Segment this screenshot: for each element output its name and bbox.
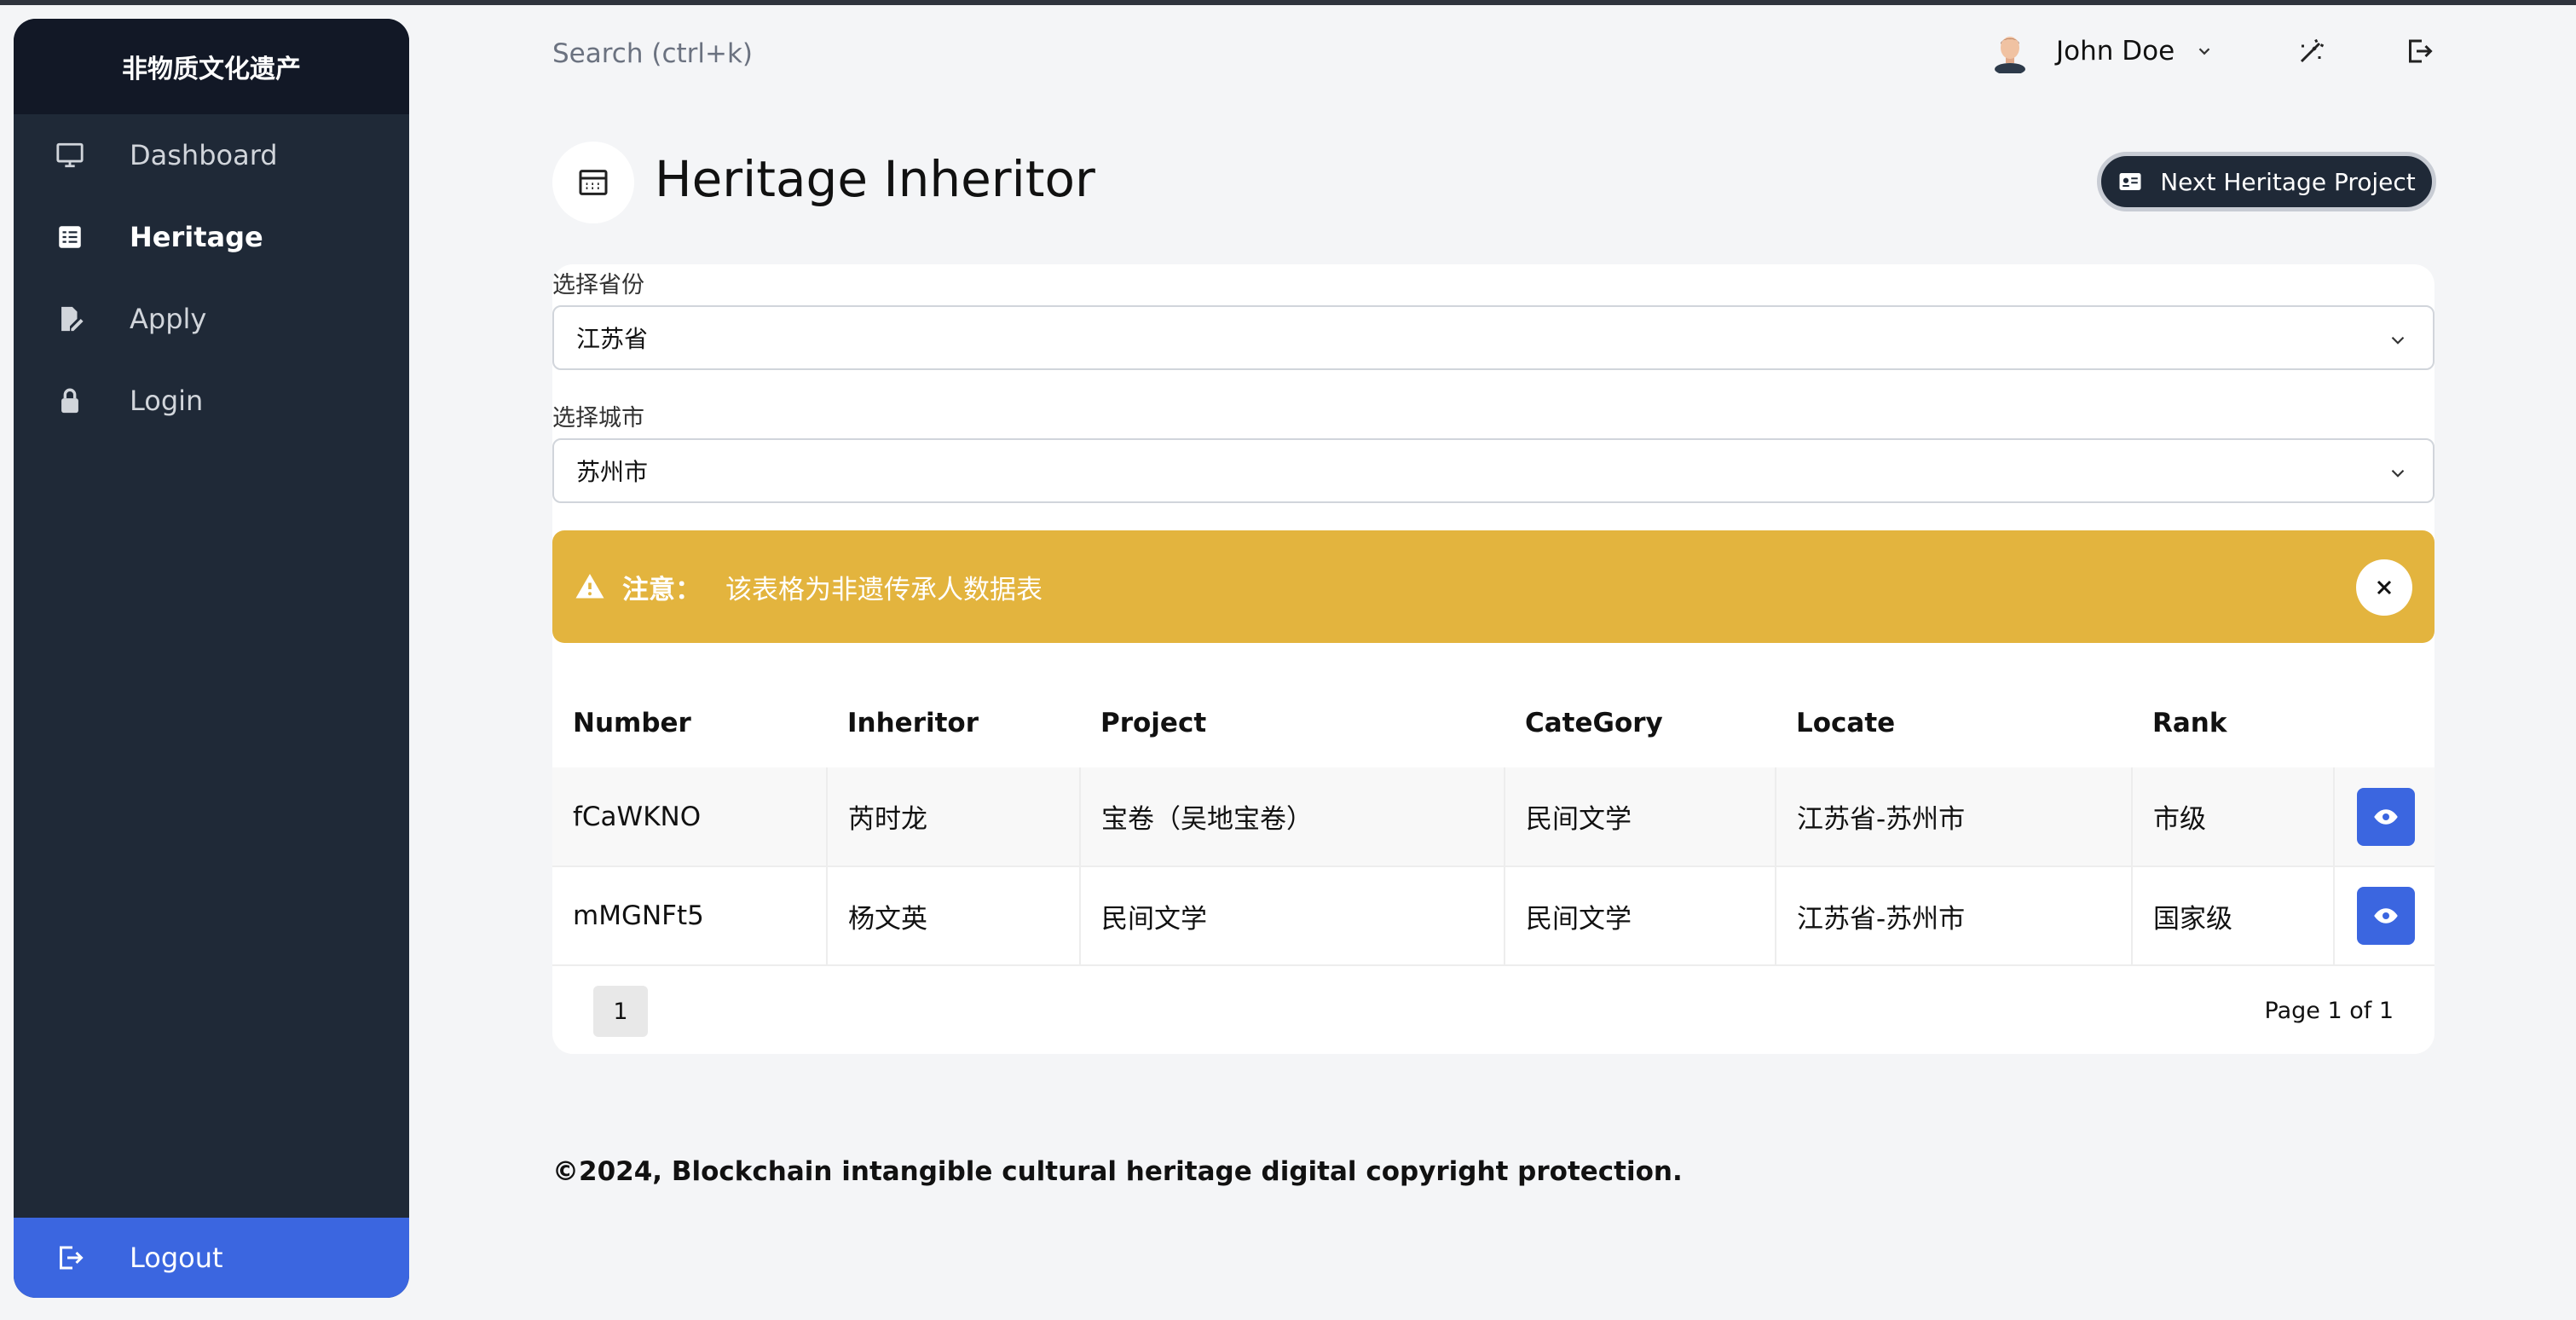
- column-header-locate[interactable]: Locate: [1776, 679, 2132, 767]
- pagination-info: Page 1 of 1: [2264, 998, 2394, 1024]
- page-icon: [552, 142, 634, 223]
- page-title: Heritage Inheritor: [655, 150, 1095, 208]
- sidebar-item-login[interactable]: Login: [14, 360, 409, 442]
- column-header-project[interactable]: Project: [1080, 679, 1505, 767]
- cell-category: 民间文学: [1504, 866, 1776, 965]
- alert-message: 该表格为非遗传承人数据表: [725, 574, 1043, 605]
- province-select[interactable]: 江苏省: [552, 305, 2434, 370]
- chevron-down-icon: [2198, 48, 2210, 55]
- cell-project: 民间文学: [1079, 866, 1505, 965]
- brand-title: 非物质文化遗产: [14, 19, 409, 114]
- column-header-category[interactable]: CateGory: [1505, 679, 1776, 767]
- cell-rank: 市级: [2131, 767, 2334, 866]
- column-header-number[interactable]: Number: [552, 679, 827, 767]
- city-select[interactable]: 苏州市: [552, 438, 2434, 503]
- province-label: 选择省份: [552, 272, 644, 298]
- sidebar-item-apply[interactable]: Apply: [14, 278, 409, 360]
- pagination-page-1[interactable]: 1: [593, 986, 648, 1037]
- magic-wand-icon[interactable]: [2296, 36, 2327, 67]
- sidebar-item-label: Dashboard: [130, 139, 278, 171]
- search-input[interactable]: [552, 32, 1064, 75]
- lock-icon: [55, 385, 85, 416]
- cell-locate: 江苏省-苏州市: [1775, 866, 2132, 965]
- avatar: [1995, 37, 2025, 73]
- next-heritage-project-label: Next Heritage Project: [2160, 167, 2416, 196]
- column-header-actions: [2334, 679, 2434, 767]
- monitor-icon: [55, 140, 85, 171]
- cell-project: 宝卷（吴地宝卷）: [1079, 767, 1505, 866]
- warning-alert: 注意： 该表格为非遗传承人数据表: [552, 530, 2434, 643]
- city-label: 选择城市: [552, 405, 644, 431]
- logout-label: Logout: [130, 1242, 223, 1274]
- alert-title: 注意：: [622, 574, 702, 605]
- chevron-down-icon: [2391, 469, 2405, 478]
- calendar-table-icon: [579, 170, 608, 195]
- view-button[interactable]: [2357, 787, 2415, 846]
- sidebar-item-heritage[interactable]: Heritage: [14, 196, 409, 278]
- cell-category: 民间文学: [1504, 767, 1776, 866]
- cell-number: fCaWKNO: [573, 801, 702, 832]
- warning-icon: [575, 574, 604, 599]
- table-row: mMGNFt5 杨文英 民间文学 民间文学 江苏省-苏州市 国家级: [552, 866, 2434, 965]
- table-header-row: Number Inheritor Project CateGory Locate…: [552, 679, 2434, 767]
- id-card-icon: [2119, 173, 2141, 190]
- cell-actions: [2333, 866, 2434, 965]
- table-icon: [55, 222, 85, 252]
- chevron-down-icon: [2391, 336, 2405, 344]
- window-top-border: [0, 0, 2576, 5]
- cell-rank: 国家级: [2131, 866, 2334, 965]
- eye-icon: [2374, 808, 2398, 825]
- footer-copyright: ©2024, Blockchain intangible cultural he…: [552, 1156, 1683, 1187]
- cell-inheritor: 杨文英: [826, 866, 1080, 965]
- user-name: John Doe: [2056, 36, 2175, 67]
- cell-inheritor: 芮时龙: [826, 767, 1080, 866]
- cell-number: mMGNFt5: [573, 900, 704, 931]
- province-select-value: 江苏省: [576, 325, 649, 353]
- cell-actions: [2333, 767, 2434, 866]
- column-header-rank[interactable]: Rank: [2132, 679, 2334, 767]
- sidebar-item-label: Heritage: [130, 221, 263, 253]
- city-select-value: 苏州市: [576, 458, 649, 486]
- column-header-inheritor[interactable]: Inheritor: [827, 679, 1080, 767]
- close-icon: [2377, 580, 2392, 595]
- sidebar: 非物质文化遗产 Dashboard Heritage Apply Login L…: [14, 19, 409, 1298]
- next-heritage-project-button[interactable]: Next Heritage Project: [2097, 152, 2436, 211]
- alert-close-button[interactable]: [2356, 559, 2412, 616]
- cell-locate: 江苏省-苏州市: [1775, 767, 2132, 866]
- table-row: fCaWKNO 芮时龙 宝卷（吴地宝卷） 民间文学 江苏省-苏州市 市级: [552, 767, 2434, 866]
- sidebar-item-label: Apply: [130, 303, 207, 335]
- inheritor-table: Number Inheritor Project CateGory Locate…: [552, 679, 2434, 966]
- document-edit-icon: [55, 304, 85, 334]
- logout-button[interactable]: Logout: [14, 1218, 409, 1298]
- user-menu[interactable]: John Doe: [1990, 29, 2214, 73]
- sidebar-item-label: Login: [130, 385, 204, 417]
- sidebar-item-dashboard[interactable]: Dashboard: [14, 114, 409, 196]
- eye-icon: [2374, 908, 2398, 923]
- logout-icon[interactable]: [2404, 36, 2434, 67]
- view-button[interactable]: [2357, 887, 2415, 945]
- logout-icon: [55, 1242, 85, 1273]
